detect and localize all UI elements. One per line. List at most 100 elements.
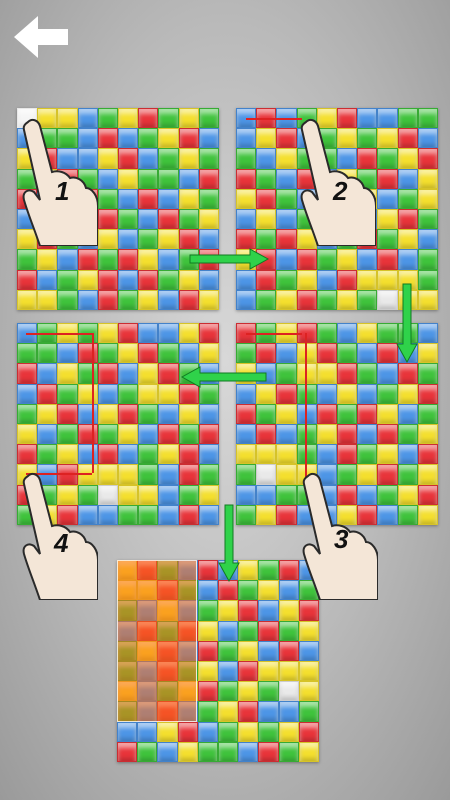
game-tile [118,363,139,384]
game-tile [298,721,319,742]
game-tile [276,403,297,424]
green-arrow-icon [396,283,418,364]
game-tile [138,168,159,189]
game-tile [118,269,139,290]
game-tile [158,209,179,230]
green-arrow-icon [189,248,270,270]
game-tile [417,403,438,424]
game-tile [197,721,218,742]
game-tile [178,403,199,424]
game-tile [316,444,337,465]
back-button[interactable] [12,14,70,60]
game-tile [158,128,179,149]
game-tile [97,148,118,169]
game-tile [118,383,139,404]
game-tile [178,464,199,485]
game-tile [236,343,257,364]
game-tile [118,484,139,505]
game-tile [238,560,259,581]
game-tile [178,343,199,364]
game-tile [118,148,139,169]
game-tile [397,188,418,209]
game-tile [397,128,418,149]
game-tile [236,424,257,445]
game-tile [218,600,239,621]
game-tile [197,560,218,581]
game-tile [256,403,277,424]
game-tile [97,188,118,209]
game-tile [377,168,398,189]
game-tile [377,249,398,270]
game-tile [238,701,259,722]
game-tile [238,640,259,661]
game-tile [316,424,337,445]
game-tile [337,323,358,344]
drag-line-horizontal [246,118,302,120]
game-tile [118,108,139,129]
game-tile [57,343,78,364]
game-tile [397,464,418,485]
game-tile [417,444,438,465]
game-tile [178,148,199,169]
game-tile [357,343,378,364]
game-tile [158,484,179,505]
game-tile [298,681,319,702]
game-tile [97,269,118,290]
game-tile [138,403,159,424]
game-tile [118,188,139,209]
game-tile [417,504,438,525]
game-tile [158,363,179,384]
game-tile [97,168,118,189]
game-tile [77,383,98,404]
game-tile [337,424,358,445]
game-tile [178,188,199,209]
game-tile [118,424,139,445]
game-tile [296,249,317,270]
game-tile [417,229,438,250]
game-tile [158,108,179,129]
game-tile [97,504,118,525]
game-tile [17,424,38,445]
game-tile [77,444,98,465]
game-tile [118,289,139,310]
game-tile [417,363,438,384]
game-tile [77,424,98,445]
game-tile [218,681,239,702]
game-tile [197,661,218,682]
game-tile [178,444,199,465]
game-tile [256,504,277,525]
game-tile [256,229,277,250]
game-tile [77,343,98,364]
game-tile [118,128,139,149]
game-tile [37,383,58,404]
game-tile [138,289,159,310]
game-tile [256,148,277,169]
game-tile [138,363,159,384]
game-tile [417,108,438,129]
game-tile [316,363,337,384]
game-tile [278,721,299,742]
game-tile [218,580,239,601]
game-tile [158,464,179,485]
game-tile [17,289,38,310]
game-tile [256,168,277,189]
game-tile [158,249,179,270]
game-tile [377,128,398,149]
game-tile [236,148,257,169]
game-tile [198,168,219,189]
game-tile [417,168,438,189]
game-tile [158,289,179,310]
game-tile [256,289,277,310]
game-tile [197,640,218,661]
game-tile [256,343,277,364]
game-tile [377,148,398,169]
game-tile [377,363,398,384]
game-tile [298,661,319,682]
game-tile [278,701,299,722]
game-tile [357,424,378,445]
game-tile [236,464,257,485]
game-tile [57,403,78,424]
game-tile [197,580,218,601]
game-tile [178,229,199,250]
game-tile [118,209,139,230]
